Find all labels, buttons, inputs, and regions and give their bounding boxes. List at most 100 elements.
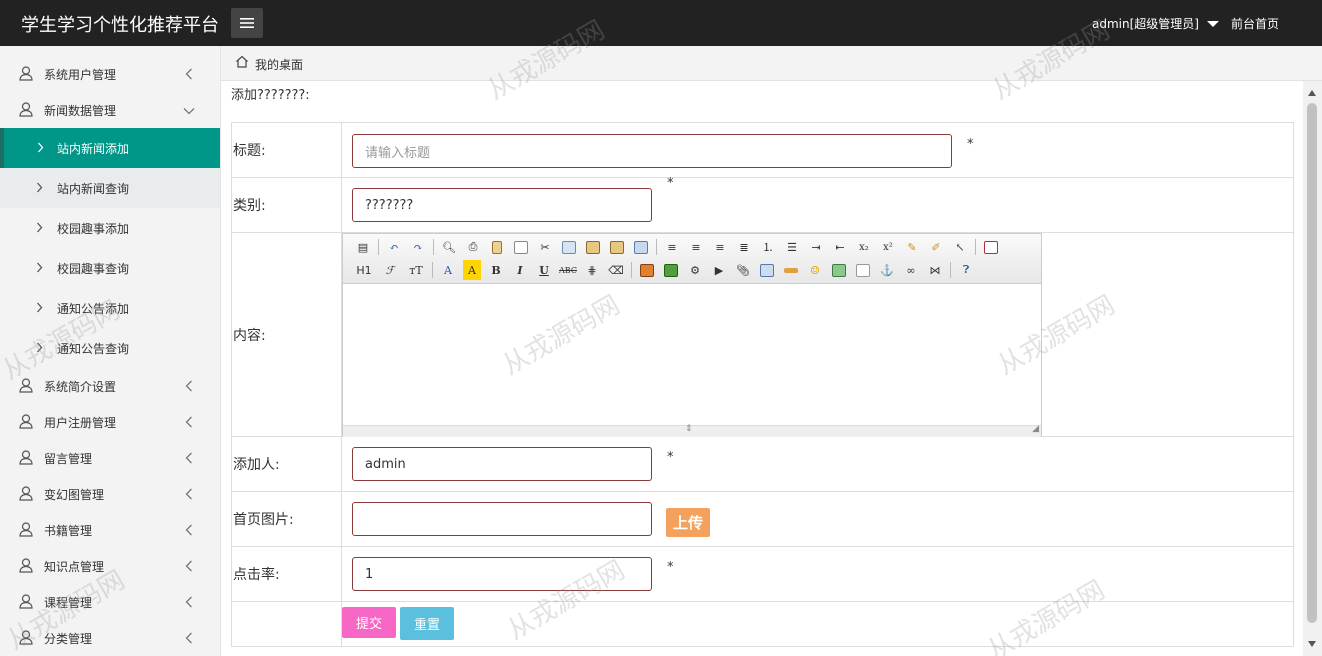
copy-icon[interactable] bbox=[557, 237, 581, 257]
flash-icon[interactable]: ⚙ bbox=[683, 260, 707, 280]
reset-button[interactable]: 重置 bbox=[400, 607, 454, 640]
sidebar-subitem-news-add[interactable]: 站内新闻添加 bbox=[0, 128, 220, 168]
breadcrumb-desktop[interactable]: 我的桌面 bbox=[255, 56, 303, 73]
frontend-home-link[interactable]: 前台首页 bbox=[1231, 15, 1279, 32]
sidebar: 系统用户管理 新闻数据管理 站内新闻添加 站内新闻查询 校园趣事添加 校园趣事查… bbox=[0, 46, 221, 656]
unlink-icon[interactable]: ⋈ bbox=[923, 260, 947, 280]
print-icon[interactable]: ⎙ bbox=[461, 237, 485, 257]
outdent-icon[interactable]: ⇤ bbox=[828, 237, 852, 257]
help-icon[interactable]: ❓︎ bbox=[954, 260, 978, 280]
ordered-list-icon[interactable]: ⒈ bbox=[756, 237, 780, 257]
required-mark: * bbox=[967, 137, 974, 152]
editor-toolbar-row-2: H1 ℱ тT A A B I U ABC ⋕ ⌫ ⚙ ▶ 📎︎ ☺ ⚓ ∞ ⋈… bbox=[351, 260, 978, 280]
image-icon[interactable] bbox=[635, 260, 659, 280]
editor-resize-bar[interactable]: ⇕ ◢ bbox=[343, 424, 1041, 437]
pagebreak-icon[interactable] bbox=[851, 260, 875, 280]
author-label: 添加人: bbox=[231, 436, 342, 492]
align-center-icon[interactable]: ≡ bbox=[684, 237, 708, 257]
sidebar-subitem-notice-add[interactable]: 通知公告添加 bbox=[0, 288, 220, 328]
main-content: 添加???????: 标题: 请输入标题 * 类别: ??????? * 内容: bbox=[221, 81, 1303, 656]
sidebar-subitem-campus-query[interactable]: 校园趣事查询 bbox=[0, 248, 220, 288]
preview-icon[interactable]: 🔍︎ bbox=[437, 237, 461, 257]
subscript-icon[interactable]: x₂ bbox=[852, 237, 876, 257]
align-justify-icon[interactable]: ≣ bbox=[732, 237, 756, 257]
font-size-icon[interactable]: тT bbox=[403, 260, 429, 280]
hr-icon[interactable] bbox=[779, 260, 803, 280]
content-scrollbar[interactable] bbox=[1303, 81, 1322, 656]
form-row-author: 添加人: admin * bbox=[231, 436, 1294, 492]
map-icon[interactable] bbox=[827, 260, 851, 280]
align-left-icon[interactable]: ≡ bbox=[660, 237, 684, 257]
category-select[interactable]: ??????? bbox=[352, 188, 652, 222]
sidebar-item-system-users[interactable]: 系统用户管理 bbox=[0, 57, 220, 91]
font-color-icon[interactable]: A bbox=[436, 260, 460, 280]
scroll-down-icon[interactable] bbox=[1308, 641, 1316, 647]
sidebar-item-system-intro[interactable]: 系统简介设置 bbox=[0, 369, 220, 403]
sidebar-item-courses[interactable]: 课程管理 bbox=[0, 585, 220, 619]
indent-icon[interactable]: ⇥ bbox=[804, 237, 828, 257]
sidebar-item-news-data[interactable]: 新闻数据管理 bbox=[0, 93, 220, 127]
sidebar-subitem-campus-add[interactable]: 校园趣事添加 bbox=[0, 208, 220, 248]
chevron-right-icon bbox=[37, 302, 43, 313]
bold-icon[interactable]: B bbox=[484, 260, 508, 280]
fullscreen-icon[interactable] bbox=[979, 237, 1003, 257]
underline-icon[interactable]: U bbox=[532, 260, 556, 280]
highlight-color-icon[interactable]: A bbox=[463, 260, 481, 280]
font-family-icon[interactable]: ℱ bbox=[377, 260, 403, 280]
sidebar-item-books[interactable]: 书籍管理 bbox=[0, 513, 220, 547]
sidebar-item-categories[interactable]: 分类管理 bbox=[0, 621, 220, 655]
image-input[interactable] bbox=[352, 502, 652, 536]
anchor-icon[interactable]: ⚓ bbox=[875, 260, 899, 280]
required-mark: * bbox=[667, 450, 674, 465]
editor-toolbar-row-1: ▤ ↶ ↷ 🔍︎ ⎙ ✂ ≡ ≡ ≡ ≣ ⒈ ☰ ⇥ ⇤ x₂ x² ✎ ✐ ↖ bbox=[351, 237, 1003, 257]
cut-icon[interactable]: ✂ bbox=[533, 237, 557, 257]
sidebar-item-label: 分类管理 bbox=[44, 631, 93, 646]
submit-button[interactable]: 提交 bbox=[342, 607, 396, 638]
user-menu[interactable]: admin[超级管理员] bbox=[1092, 15, 1219, 32]
cursor-icon[interactable]: ↖ bbox=[948, 237, 972, 257]
author-input[interactable]: admin bbox=[352, 447, 652, 481]
strikethrough-icon[interactable]: ABC bbox=[556, 260, 580, 280]
select-all-icon[interactable]: ✐ bbox=[924, 237, 948, 257]
clear-format-icon[interactable]: ✎ bbox=[900, 237, 924, 257]
align-right-icon[interactable]: ≡ bbox=[708, 237, 732, 257]
chevron-right-icon bbox=[38, 142, 44, 153]
source-icon[interactable]: ▤ bbox=[351, 237, 375, 257]
sidebar-item-messages[interactable]: 留言管理 bbox=[0, 441, 220, 475]
italic-icon[interactable]: I bbox=[508, 260, 532, 280]
link-icon[interactable]: ∞ bbox=[899, 260, 923, 280]
superscript-icon[interactable]: x² bbox=[876, 237, 900, 257]
eraser-icon[interactable]: ⌫ bbox=[604, 260, 628, 280]
sidebar-subitem-label: 通知公告添加 bbox=[57, 301, 130, 316]
attachment-icon[interactable]: 📎︎ bbox=[731, 260, 755, 280]
paste-icon[interactable] bbox=[581, 237, 605, 257]
table-icon[interactable] bbox=[755, 260, 779, 280]
upload-button[interactable]: 上传 bbox=[666, 508, 710, 537]
menu-toggle-button[interactable] bbox=[231, 8, 263, 38]
media-icon[interactable]: ▶ bbox=[707, 260, 731, 280]
paste-word-icon[interactable] bbox=[629, 237, 653, 257]
sidebar-item-knowledge[interactable]: 知识点管理 bbox=[0, 549, 220, 583]
editor-content-area[interactable] bbox=[343, 284, 1041, 425]
multi-image-icon[interactable] bbox=[659, 260, 683, 280]
undo-icon[interactable]: ↶ bbox=[382, 237, 406, 257]
scroll-up-icon[interactable] bbox=[1308, 90, 1316, 96]
template-icon[interactable] bbox=[485, 237, 509, 257]
redo-icon[interactable]: ↷ bbox=[406, 237, 430, 257]
scroll-thumb[interactable] bbox=[1307, 103, 1317, 623]
paste-text-icon[interactable] bbox=[605, 237, 629, 257]
heading-icon[interactable]: H1 bbox=[351, 260, 377, 280]
sidebar-item-label: 留言管理 bbox=[44, 451, 93, 466]
code-icon[interactable] bbox=[509, 237, 533, 257]
line-height-icon[interactable]: ⋕ bbox=[580, 260, 604, 280]
sidebar-item-carousel[interactable]: 变幻图管理 bbox=[0, 477, 220, 511]
sidebar-item-user-register[interactable]: 用户注册管理 bbox=[0, 405, 220, 439]
title-input[interactable]: 请输入标题 bbox=[352, 134, 952, 168]
unordered-list-icon[interactable]: ☰ bbox=[780, 237, 804, 257]
sidebar-subitem-notice-query[interactable]: 通知公告查询 bbox=[0, 328, 220, 368]
chevron-left-icon bbox=[185, 68, 192, 80]
clicks-input[interactable]: 1 bbox=[352, 557, 652, 591]
emoticon-icon[interactable]: ☺ bbox=[803, 260, 827, 280]
sidebar-subitem-news-query[interactable]: 站内新闻查询 bbox=[0, 168, 220, 208]
user-icon bbox=[19, 414, 33, 429]
